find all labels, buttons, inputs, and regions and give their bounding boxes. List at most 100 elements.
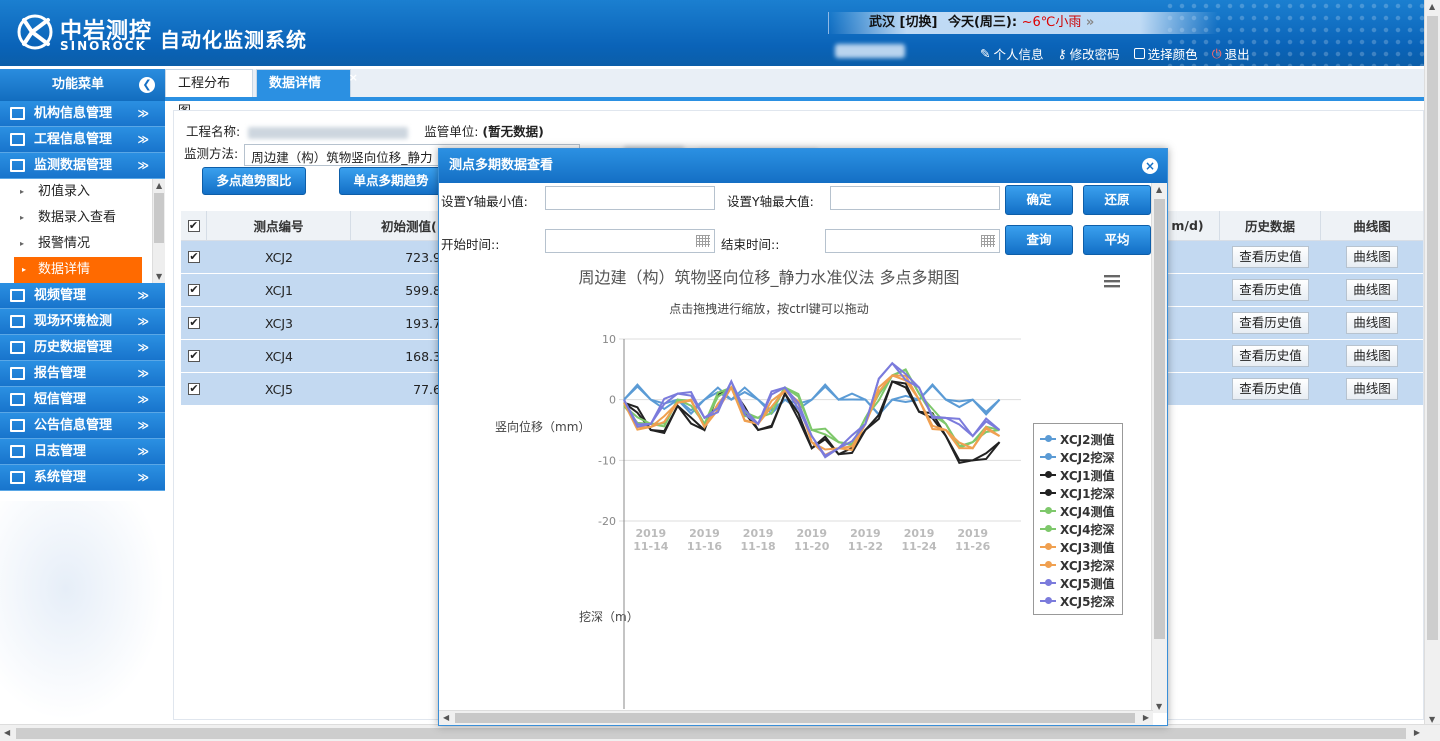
row-checkbox[interactable]: ✔ (181, 274, 207, 306)
profile-link[interactable]: ✎ 个人信息 (980, 44, 1044, 63)
legend-item[interactable]: XCJ2挖深 (1040, 448, 1122, 466)
legend-item[interactable]: XCJ1挖深 (1040, 484, 1122, 502)
legend-swatch-icon (1040, 525, 1056, 532)
sidebar-subitem[interactable]: 初值录入 (0, 179, 165, 205)
view-history-button[interactable]: 查看历史值 (1232, 378, 1309, 400)
average-button[interactable]: 平均 (1083, 225, 1151, 255)
menu-group-b3[interactable]: 报告管理 ≫ (0, 361, 165, 387)
curve-cell: 曲线图 (1321, 274, 1423, 306)
end-time-label: 结束时间:: (721, 237, 780, 252)
dialog-vertical-scrollbar[interactable]: ▲ ▼ (1151, 183, 1167, 713)
ymax-input[interactable] (830, 186, 1000, 210)
view-history-button[interactable]: 查看历史值 (1232, 345, 1309, 367)
chevron-down-icon: ≫ (137, 107, 149, 120)
row-checkbox[interactable]: ✔ (181, 373, 207, 405)
menu-group-a0[interactable]: 机构信息管理 ≫ (0, 101, 165, 127)
legend-item[interactable]: XCJ4挖深 (1040, 520, 1122, 538)
start-time-input[interactable] (545, 229, 715, 253)
power-icon: ⏻ (1211, 45, 1222, 61)
sub-menu-list: 初值录入数据录入查看报警情况数据详情监测概况 ▲▼ (0, 179, 165, 283)
row-checkbox[interactable]: ✔ (181, 340, 207, 372)
menu-group-a1[interactable]: 工程信息管理 ≫ (0, 127, 165, 153)
curve-button[interactable]: 曲线图 (1346, 312, 1398, 334)
menu-group-a2[interactable]: 监测数据管理 ≫ (0, 153, 165, 179)
menu-group-label: 现场环境检测 (34, 314, 113, 329)
row-checkbox[interactable]: ✔ (181, 307, 207, 339)
close-icon[interactable]: × (1142, 158, 1158, 174)
page-horizontal-scrollbar[interactable]: ◀ ▶ (0, 724, 1440, 741)
point-id: XCJ2 (264, 249, 294, 265)
close-tab-icon[interactable]: × (349, 64, 358, 92)
x-tick-date: 11-24 (901, 540, 937, 553)
legend-swatch-icon (1040, 579, 1056, 586)
menu-group-label: 历史数据管理 (34, 340, 113, 355)
calendar-icon[interactable] (981, 235, 995, 247)
menu-group-b2[interactable]: 历史数据管理 ≫ (0, 335, 165, 361)
end-time-input[interactable] (825, 229, 1000, 253)
curve-button[interactable]: 曲线图 (1346, 279, 1398, 301)
legend-item[interactable]: XCJ2测值 (1040, 430, 1122, 448)
chevron-down-icon: ≫ (137, 393, 149, 406)
initial-value: 723.9 (405, 249, 441, 265)
sidebar-subitem[interactable]: 报警情况 (0, 231, 165, 257)
view-history-button[interactable]: 查看历史值 (1232, 246, 1309, 268)
query-button[interactable]: 查询 (1005, 225, 1073, 255)
menu-group-b6[interactable]: 日志管理 ≫ (0, 439, 165, 465)
logout-link[interactable]: ⏻ 退出 (1212, 44, 1250, 63)
chart-menu-icon[interactable] (1104, 275, 1120, 288)
legend-item[interactable]: XCJ4测值 (1040, 502, 1122, 520)
legend-label: XCJ4挖深 (1060, 522, 1115, 537)
tab-project-map[interactable]: 工程分布图 (165, 69, 253, 119)
curve-button[interactable]: 曲线图 (1346, 378, 1398, 400)
legend-label: XCJ5测值 (1060, 576, 1115, 591)
y-tick-label: 10 (602, 333, 616, 346)
menu-group-b4[interactable]: 短信管理 ≫ (0, 387, 165, 413)
y-tick-label: -20 (598, 515, 616, 528)
ymin-input[interactable] (545, 186, 715, 210)
single-multi-trend-button[interactable]: 单点多期趋势图 (339, 167, 443, 214)
change-password-link[interactable]: ⚷ 修改密码 (1058, 44, 1120, 63)
series-line (623, 374, 1001, 457)
row-checkbox[interactable]: ✔ (181, 241, 207, 273)
multi-trend-compare-button[interactable]: 多点趋势图比较 (202, 167, 306, 214)
menu-group-icon (10, 445, 25, 458)
menu-group-b7[interactable]: 系统管理 ≫ (0, 465, 165, 491)
x-tick-date: 11-16 (687, 540, 723, 553)
initial-value: 599.8 (405, 282, 441, 298)
submenu-scrollbar[interactable]: ▲ ▼ (152, 179, 165, 283)
page-vertical-scrollbar[interactable]: ▲ ▼ (1424, 0, 1440, 726)
tab-bar: 工程分布图 数据详情× (165, 69, 1424, 119)
legend-item[interactable]: XCJ5挖深 (1040, 592, 1122, 610)
legend-label: XCJ1测值 (1060, 468, 1115, 483)
tab-data-detail[interactable]: 数据详情 × (256, 69, 358, 97)
menu-group-icon (10, 107, 25, 120)
sidebar-subitem[interactable]: 数据详情 (14, 257, 142, 283)
select-all-checkbox[interactable]: ✔ (181, 211, 207, 240)
calendar-icon[interactable] (696, 235, 710, 247)
legend-item[interactable]: XCJ5测值 (1040, 574, 1122, 592)
point-id: XCJ3 (264, 315, 294, 331)
weather-switch-link[interactable]: [切换] (900, 15, 938, 30)
weather-more-link[interactable]: » (1086, 15, 1094, 30)
view-history-button[interactable]: 查看历史值 (1232, 279, 1309, 301)
menu-group-b0[interactable]: 视频管理 ≫ (0, 283, 165, 309)
menu-group-b1[interactable]: 现场环境检测 ≫ (0, 309, 165, 335)
reset-button[interactable]: 还原 (1083, 185, 1151, 215)
view-history-button[interactable]: 查看历史值 (1232, 312, 1309, 334)
legend-item[interactable]: XCJ1测值 (1040, 466, 1122, 484)
choose-color-link[interactable]: 选择颜色 (1133, 44, 1198, 63)
legend-item[interactable]: XCJ3测值 (1040, 538, 1122, 556)
legend-item[interactable]: XCJ3挖深 (1040, 556, 1122, 574)
y-axis-label-2: 挖深（m） (579, 609, 639, 624)
dialog-horizontal-scrollbar[interactable]: ◀ ▶ (439, 710, 1153, 725)
sidebar-subitem[interactable]: 数据录入查看 (0, 205, 165, 231)
chevron-down-icon: ≫ (137, 445, 149, 458)
confirm-button[interactable]: 确定 (1005, 185, 1073, 215)
menu-group-b5[interactable]: 公告信息管理 ≫ (0, 413, 165, 439)
curve-button[interactable]: 曲线图 (1346, 345, 1398, 367)
supervisor-value: (暂无数据) (482, 124, 544, 139)
chevron-down-icon: ≫ (137, 419, 149, 432)
col-curve: 曲线图 (1353, 219, 1391, 234)
curve-button[interactable]: 曲线图 (1346, 246, 1398, 268)
collapse-icon[interactable]: ❮ (139, 77, 155, 93)
